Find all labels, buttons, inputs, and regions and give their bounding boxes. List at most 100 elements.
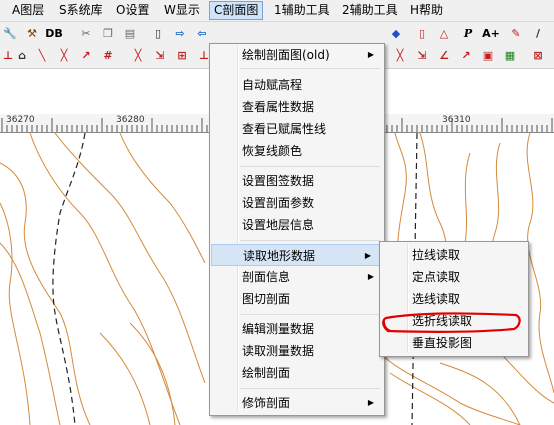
menu-item-drag-line-read[interactable]: 拉线读取 (380, 244, 528, 266)
menu-item-label: 修饰剖面 (242, 396, 291, 410)
section-menu: 绘制剖面图(old) ▶ 自动赋高程 查看属性数据 查看已赋属性线 恢复线颜色 设… (209, 43, 385, 416)
submenu-arrow-icon: ▶ (367, 272, 374, 281)
menu-bar: A图层 S系统库 O设置 W显示 C剖面图 1辅助工具 2辅助工具 H帮助 (0, 0, 554, 22)
ruler-label: 36280 (116, 115, 145, 125)
menu-item-label: 查看属性数据 (242, 100, 315, 114)
copy-icon[interactable]: ❐ (100, 26, 116, 42)
menu-item-read-survey-data[interactable]: 读取测量数据 (210, 340, 384, 362)
export-icon[interactable]: ⇨ (172, 26, 188, 42)
menu-aux-tools-1[interactable]: 1辅助工具 (270, 2, 334, 19)
menu-help[interactable]: H帮助 (406, 2, 447, 19)
menu-item-label: 查看已赋属性线 (242, 122, 327, 136)
text-size-button[interactable]: A+ (480, 26, 502, 42)
paste-icon[interactable]: ▤ (122, 26, 138, 42)
menu-item-view-attribute-data[interactable]: 查看属性数据 (210, 96, 384, 118)
ruler-label: 36270 (6, 115, 35, 125)
paragraph-button[interactable]: P (460, 26, 476, 42)
cut-icon[interactable]: ✂ (78, 26, 94, 42)
menu-item-select-line-read[interactable]: 选线读取 (380, 288, 528, 310)
menu-item-label: 垂直投影图 (412, 336, 473, 350)
menu-display[interactable]: W显示 (160, 2, 204, 19)
menu-item-label: 读取地形数据 (243, 249, 316, 263)
measure-icon[interactable]: 🔧 (2, 26, 18, 42)
menu-separator (240, 240, 380, 241)
submenu-arrow-icon: ▶ (367, 398, 374, 407)
menu-item-restore-line-color[interactable]: 恢复线颜色 (210, 140, 384, 162)
polygon-icon[interactable]: △ (436, 26, 452, 42)
menu-item-draw-section[interactable]: 绘制剖面 (210, 362, 384, 384)
globe-icon[interactable]: ◆ (388, 26, 404, 42)
menu-aux-tools-2[interactable]: 2辅助工具 (338, 2, 402, 19)
menu-item-map-cut-section[interactable]: 图切剖面 (210, 288, 384, 310)
menu-item-fixed-point-read[interactable]: 定点读取 (380, 266, 528, 288)
move-node-icon[interactable]: ⇲ (152, 48, 168, 64)
menu-item-edit-survey-data[interactable]: 编辑测量数据 (210, 318, 384, 340)
menu-item-decorate-section[interactable]: 修饰剖面 ▶ (210, 392, 384, 414)
break-line-icon[interactable]: ╲ (34, 48, 50, 64)
menu-item-label: 自动赋高程 (242, 78, 303, 92)
node-icon[interactable]: ╳ (130, 48, 146, 64)
menu-item-label: 设置图签数据 (242, 174, 315, 188)
pen-icon[interactable]: ✎ (508, 26, 524, 42)
menu-item-label: 定点读取 (412, 270, 461, 284)
angle-icon[interactable]: ∠ (436, 48, 452, 64)
contour-line (119, 133, 206, 264)
contour-line (99, 332, 151, 425)
database-button[interactable]: DB (44, 26, 64, 42)
contour-line (499, 352, 554, 404)
menu-section[interactable]: C剖面图 (209, 1, 264, 20)
insert-node-icon[interactable]: ⊞ (174, 48, 190, 64)
cross-line-icon[interactable]: ╳ (392, 48, 408, 64)
menu-item-select-polyline-read[interactable]: 选折线读取 (380, 310, 528, 332)
menu-separator (240, 166, 380, 167)
hammer-icon[interactable]: ⚒ (24, 26, 40, 42)
offset-icon[interactable]: ⇲ (414, 48, 430, 64)
menu-item-label: 编辑测量数据 (242, 322, 315, 336)
menu-item-label: 恢复线颜色 (242, 144, 303, 158)
menu-item-title-block-data[interactable]: 设置图签数据 (210, 170, 384, 192)
rotate-icon[interactable]: ⌂ (14, 48, 30, 64)
pencil-icon[interactable]: / (530, 26, 546, 42)
submenu-arrow-icon: ▶ (364, 251, 371, 260)
menu-item-label: 选线读取 (412, 292, 461, 306)
menu-item-section-params[interactable]: 设置剖面参数 (210, 192, 384, 214)
import-icon[interactable]: ⇦ (194, 26, 210, 42)
edit-line-icon[interactable]: ↗ (78, 48, 94, 64)
erase-icon[interactable]: ⊠ (530, 48, 546, 64)
menu-layer[interactable]: A图层 (8, 2, 48, 19)
menu-item-stratum-info[interactable]: 设置地层信息 (210, 214, 384, 236)
contour-line (379, 352, 521, 425)
menu-item-vertical-projection[interactable]: 垂直投影图 (380, 332, 528, 354)
point-icon[interactable]: ▯ (414, 26, 430, 42)
contour-line (526, 133, 554, 394)
menu-item-label: 剖面信息 (242, 270, 291, 284)
dashed-boundary-line (52, 133, 86, 425)
fill-icon[interactable]: ▣ (480, 48, 496, 64)
contour-line (129, 322, 176, 425)
menu-item-label: 绘制剖面 (242, 366, 291, 380)
contour-line (389, 372, 471, 425)
menu-system-library[interactable]: S系统库 (55, 2, 107, 19)
menu-item-label: 绘制剖面图(old) (242, 48, 330, 62)
menu-item-view-assigned-lines[interactable]: 查看已赋属性线 (210, 118, 384, 140)
grid-icon[interactable]: # (100, 48, 116, 64)
menu-item-label: 拉线读取 (412, 248, 461, 262)
menu-separator (240, 388, 380, 389)
menu-item-label: 读取测量数据 (242, 344, 315, 358)
contour-line (0, 162, 91, 425)
menu-settings[interactable]: O设置 (112, 2, 153, 19)
menu-item-auto-elevation[interactable]: 自动赋高程 (210, 74, 384, 96)
menu-separator (240, 314, 380, 315)
menu-item-draw-section-old[interactable]: 绘制剖面图(old) ▶ (210, 44, 384, 66)
table-icon[interactable]: ▦ (502, 48, 518, 64)
menu-item-section-info[interactable]: 剖面信息 ▶ (210, 266, 384, 288)
menu-item-label: 选折线读取 (412, 314, 473, 328)
document-icon[interactable]: ▯ (150, 26, 166, 42)
contour-line (54, 133, 206, 384)
ruler-label: 36310 (442, 115, 471, 125)
contour-line (0, 242, 61, 425)
menu-item-read-terrain-data[interactable]: 读取地形数据 ▶ (211, 244, 382, 266)
delete-line-icon[interactable]: ╳ (56, 48, 72, 64)
connect-icon[interactable]: ↗ (458, 48, 474, 64)
submenu-arrow-icon: ▶ (367, 50, 374, 59)
